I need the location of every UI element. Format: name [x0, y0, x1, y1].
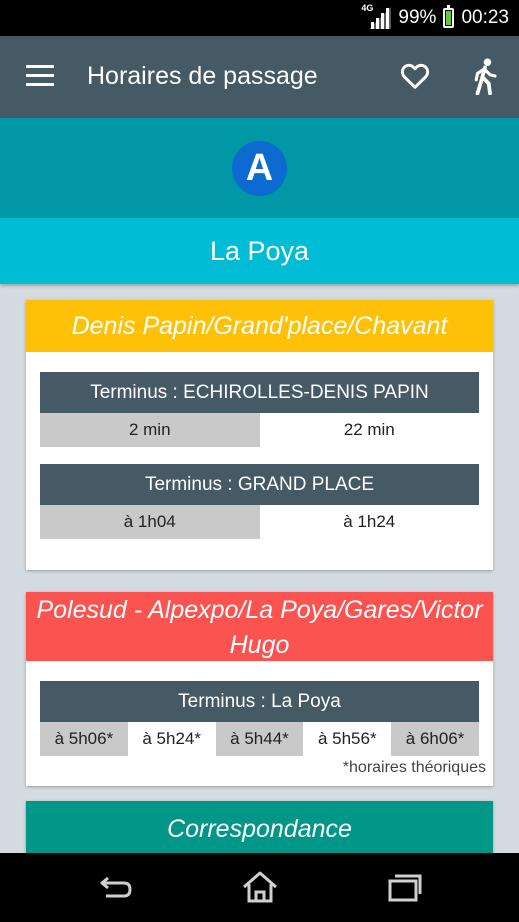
time-cell: à 5h24*: [142, 729, 201, 748]
terminus-header: Terminus : La Poya: [40, 681, 479, 722]
battery-icon: [443, 5, 455, 28]
route-card: Correspondance: [26, 801, 493, 861]
route-card: Denis Papin/Grand'place/Chavant Terminus…: [26, 300, 493, 570]
home-icon[interactable]: [240, 870, 280, 904]
terminus-header: Terminus : GRAND PLACE: [40, 464, 479, 505]
times-row: à 1h04 à 1h24: [40, 505, 479, 539]
time-cell: à 1h04: [40, 505, 260, 539]
menu-icon[interactable]: [26, 65, 54, 87]
signal-icon: 4G: [361, 3, 392, 29]
time-cell: à 5h56*: [317, 729, 377, 748]
time-cell: 22 min: [343, 420, 395, 439]
time-cell: à 1h24: [343, 512, 396, 531]
route-header-line: Polesud - Alpexpo/La Poya/Gares/Victor: [36, 596, 483, 624]
battery-percent: 99%: [398, 7, 437, 28]
stop-name: La Poya: [0, 218, 519, 284]
heart-icon[interactable]: [399, 60, 431, 92]
route-header: Polesud - Alpexpo/La Poya/Gares/Victor H…: [26, 592, 493, 661]
terminus-header: Terminus : ECHIROLLES-DENIS PAPIN: [40, 372, 479, 413]
line-badge: A: [232, 141, 287, 196]
time-cell: à 5h44*: [215, 722, 304, 756]
time-cell: à 5h06*: [40, 722, 128, 756]
app-bar: Horaires de passage: [0, 36, 519, 118]
route-header-line: Hugo: [229, 631, 290, 659]
status-bar: 4G 99% 00:23: [0, 0, 519, 36]
recents-icon[interactable]: [384, 870, 424, 904]
time-cell: à 6h06*: [391, 722, 479, 756]
walk-icon[interactable]: [470, 57, 500, 95]
back-icon[interactable]: [96, 870, 136, 904]
schedule-note: *horaires théoriques: [342, 759, 486, 776]
times-row: 2 min 22 min: [40, 413, 479, 447]
nav-bar: [0, 853, 519, 922]
times-row: à 5h06* à 5h24* à 5h44* à 5h56* à 6h06*: [40, 722, 479, 756]
route-card: Polesud - Alpexpo/La Poya/Gares/Victor H…: [26, 592, 493, 786]
route-header: Denis Papin/Grand'place/Chavant: [26, 300, 493, 352]
network-type: 4G: [361, 3, 374, 13]
route-header: Correspondance: [26, 801, 493, 858]
time-cell: 2 min: [40, 413, 260, 447]
page-title: Horaires de passage: [87, 62, 318, 90]
clock: 00:23: [461, 7, 509, 28]
